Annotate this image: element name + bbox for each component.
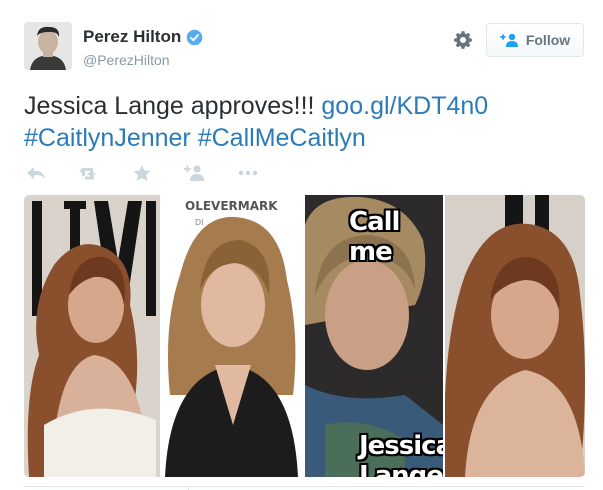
avatar[interactable] [24, 22, 72, 70]
follow-label: Follow [525, 32, 571, 48]
media-panel-jessica[interactable]: Call me Jessica Lange [305, 195, 443, 477]
caption-call-me: Call me [349, 207, 400, 267]
media-panel-cover[interactable] [24, 195, 160, 477]
magazine-cover-crop-image [445, 195, 585, 477]
reply-icon[interactable] [24, 164, 48, 182]
tweet-media[interactable]: OLEVERMARK DI Call me Jessica Lange [24, 195, 585, 477]
tweet-text: Jessica Lange approves!!! goo.gl/KDT4n0 … [24, 90, 584, 154]
author-handle[interactable]: @PerezHilton [83, 52, 170, 68]
gear-icon[interactable] [453, 30, 473, 50]
media-gap [298, 195, 305, 477]
media-panel-redcarpet[interactable]: OLEVERMARK DI [165, 195, 298, 477]
tweet-link[interactable]: goo.gl/KDT4n0 [321, 92, 488, 120]
footer-divider [24, 486, 585, 487]
hashtag-callmecaitlyn[interactable]: #CallMeCaitlyn [198, 124, 366, 152]
media-panel-cover-crop[interactable] [445, 195, 585, 477]
red-carpet-image: OLEVERMARK DI [165, 195, 298, 477]
follow-icon[interactable] [183, 164, 207, 182]
follow-person-icon [499, 33, 518, 47]
favorite-icon[interactable] [130, 164, 154, 182]
author-name-row[interactable]: Perez Hilton [83, 27, 203, 47]
caption-jessica-lange: Jessica Lange [359, 431, 443, 477]
footer-tick [188, 486, 189, 490]
author-name[interactable]: Perez Hilton [83, 27, 181, 47]
media-gap [160, 195, 165, 477]
magazine-sign-text-2: DI [195, 218, 204, 227]
avatar-photo [24, 22, 72, 70]
verified-badge-icon [186, 29, 203, 45]
magazine-sign-text: OLEVERMARK [185, 199, 278, 213]
hashtag-caitlynjenner[interactable]: #CaitlynJenner [24, 124, 191, 152]
follow-button[interactable]: Follow [486, 23, 584, 57]
tweet-actions [24, 161, 289, 185]
tweet-text-plain: Jessica Lange approves!!! [24, 92, 322, 120]
retweet-icon[interactable] [77, 164, 101, 182]
more-icon[interactable] [236, 164, 260, 182]
magazine-cover-image [24, 195, 160, 477]
